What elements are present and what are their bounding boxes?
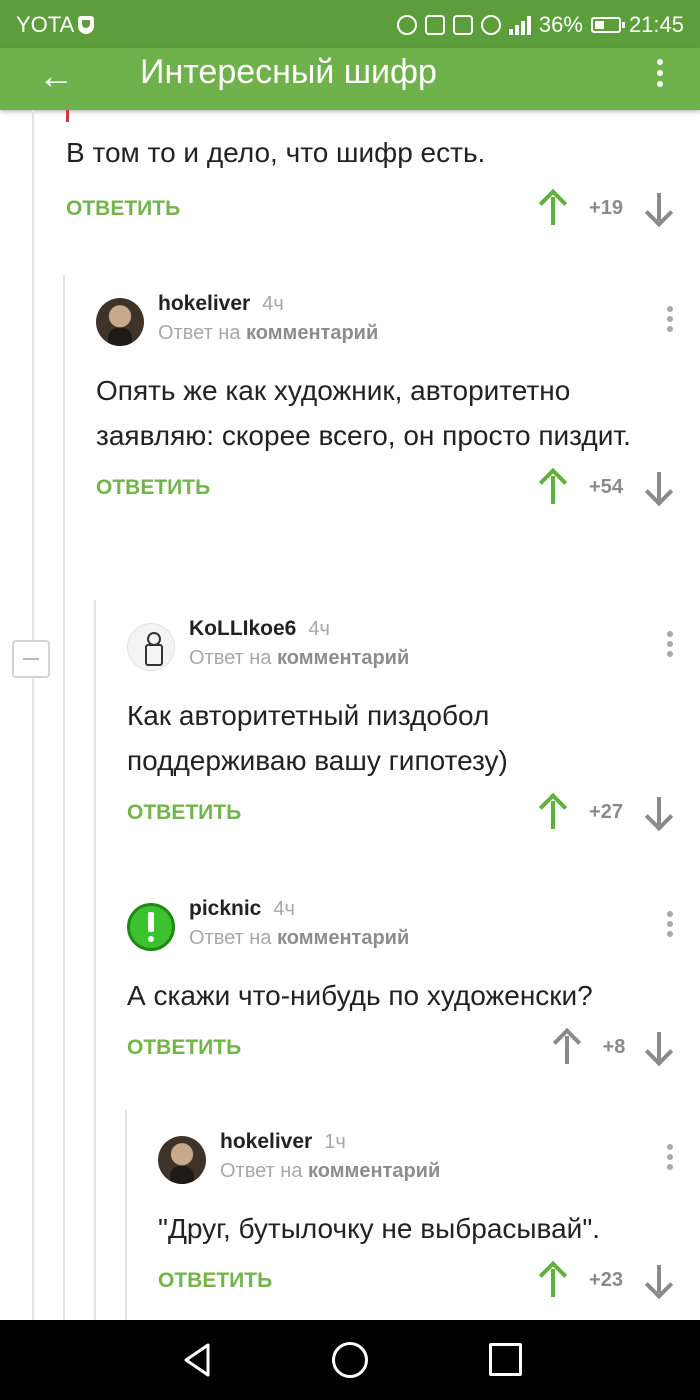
app-bar: ← Интересный шифр xyxy=(0,48,700,110)
comment-text: Как авторитетный пиздобол поддерживаю ва… xyxy=(127,700,508,776)
more-vertical-icon[interactable] xyxy=(660,627,680,661)
upvote-icon[interactable] xyxy=(538,467,568,506)
vibrate-icon xyxy=(452,15,473,35)
comment-footer: ОТВЕТИТЬ +27 xyxy=(127,792,680,835)
comment-score: +19 xyxy=(589,197,623,219)
alarm-icon xyxy=(480,15,501,35)
downvote-icon[interactable] xyxy=(644,797,674,833)
page-title: Интересный шифр xyxy=(140,53,437,91)
upvote-icon[interactable] xyxy=(538,1260,568,1299)
comment-1: hokeliver 4ч Ответ на комментарий Опять ж… xyxy=(96,292,680,510)
comment-author[interactable]: picknic 4ч xyxy=(189,897,295,921)
nav-back-icon[interactable] xyxy=(180,1342,216,1378)
comment-author[interactable]: hokeliver 4ч xyxy=(158,292,284,316)
nfc-icon xyxy=(424,15,445,35)
shield-icon xyxy=(78,16,95,34)
comment-footer: ОТВЕТИТЬ +8 xyxy=(127,1027,680,1070)
avatar[interactable] xyxy=(127,903,175,951)
reply-button[interactable]: ОТВЕТИТЬ xyxy=(66,197,180,221)
comment-time: 4ч xyxy=(308,618,330,640)
comment-text: В том то и дело, что шифр есть. xyxy=(66,137,486,168)
reply-target-link[interactable]: комментарий xyxy=(308,1160,440,1182)
comment-footer: ОТВЕТИТЬ +54 xyxy=(96,467,680,510)
reply-button[interactable]: ОТВЕТИТЬ xyxy=(127,1036,241,1060)
comment-text: "Друг, бутылочку не выбрасывай". xyxy=(158,1213,601,1244)
comment-author[interactable]: KoLLIkoe6 4ч xyxy=(189,617,330,641)
more-vertical-icon[interactable] xyxy=(660,302,680,336)
avatar[interactable] xyxy=(158,1136,206,1184)
comment-4: hokeliver 1ч Ответ на комментарий "Друг, … xyxy=(158,1130,680,1303)
comment-author[interactable]: hokeliver 1ч xyxy=(220,1130,346,1154)
thread-line xyxy=(63,275,65,1320)
downvote-icon[interactable] xyxy=(644,1265,674,1301)
carrier: YOTA xyxy=(16,12,95,38)
reply-button[interactable]: ОТВЕТИТЬ xyxy=(96,476,210,500)
downvote-icon[interactable] xyxy=(644,472,674,508)
reply-target-link[interactable]: комментарий xyxy=(246,322,378,344)
comment-top: В том то и дело, что шифр есть. ОТВЕТИТЬ… xyxy=(66,130,680,231)
thread-line xyxy=(125,1110,127,1320)
nav-recent-apps-icon[interactable] xyxy=(489,1343,522,1376)
comment-footer: ОТВЕТИТЬ +19 xyxy=(66,188,680,231)
reply-button[interactable]: ОТВЕТИТЬ xyxy=(127,801,241,825)
downvote-icon[interactable] xyxy=(644,1032,674,1068)
battery-percent: 36% xyxy=(538,12,583,37)
reply-to: Ответ на комментарий xyxy=(189,927,409,950)
reply-target-link[interactable]: комментарий xyxy=(277,927,409,949)
comment-score: +27 xyxy=(589,801,623,823)
headphones-icon xyxy=(396,15,417,35)
reply-to: Ответ на комментарий xyxy=(158,322,378,345)
thread-line xyxy=(94,600,96,1320)
comment-header: hokeliver 4ч Ответ на комментарий xyxy=(96,292,680,352)
reply-prefix: Ответ на xyxy=(158,322,241,344)
comment-text: Опять же как художник, авторитетно заявл… xyxy=(96,375,631,451)
reply-target-link[interactable]: комментарий xyxy=(277,647,409,669)
reply-to: Ответ на комментарий xyxy=(189,647,409,670)
username[interactable]: hokeliver xyxy=(158,292,250,315)
comment-time: 4ч xyxy=(273,898,295,920)
nav-home-icon[interactable] xyxy=(332,1342,368,1378)
upvote-icon[interactable] xyxy=(538,188,568,227)
comment-time: 4ч xyxy=(262,293,284,315)
username[interactable]: picknic xyxy=(189,897,261,920)
username[interactable]: KoLLIkoe6 xyxy=(189,617,296,640)
battery-icon xyxy=(590,17,625,33)
downvote-icon[interactable] xyxy=(644,193,674,229)
thread-line xyxy=(32,110,34,1320)
comment-score: +23 xyxy=(589,1269,623,1291)
clock: 21:45 xyxy=(628,12,684,37)
more-vertical-icon[interactable] xyxy=(650,48,670,98)
reply-prefix: Ответ на xyxy=(220,1160,303,1182)
upvote-icon[interactable] xyxy=(538,792,568,831)
avatar[interactable] xyxy=(127,623,175,671)
comment-time: 1ч xyxy=(324,1131,346,1153)
reply-button[interactable]: ОТВЕТИТЬ xyxy=(158,1269,272,1293)
comment-3: picknic 4ч Ответ на комментарий А скажи ч… xyxy=(127,897,680,1070)
reply-prefix: Ответ на xyxy=(189,927,272,949)
system-nav-bar xyxy=(0,1320,700,1400)
comment-score: +54 xyxy=(589,476,623,498)
comment-score: +8 xyxy=(602,1036,626,1058)
arrow-left-icon[interactable]: ← xyxy=(34,54,78,98)
comment-2: KoLLIkoe6 4ч Ответ на комментарий Как авт… xyxy=(127,617,680,835)
thread-marker xyxy=(66,110,69,122)
comment-text: А скажи что-нибудь по художенски? xyxy=(127,980,593,1011)
more-vertical-icon[interactable] xyxy=(660,907,680,941)
comment-header: KoLLIkoe6 4ч Ответ на комментарий xyxy=(127,617,680,677)
comment-footer: ОТВЕТИТЬ +23 xyxy=(158,1260,680,1303)
avatar[interactable] xyxy=(96,298,144,346)
collapse-thread-button[interactable] xyxy=(12,640,50,678)
reply-to: Ответ на комментарий xyxy=(220,1160,440,1183)
comment-header: hokeliver 1ч Ответ на комментарий xyxy=(158,1130,680,1190)
carrier-name: YOTA xyxy=(16,12,75,37)
more-vertical-icon[interactable] xyxy=(660,1140,680,1174)
status-bar: YOTA 36% 21:45 xyxy=(0,0,700,48)
reply-prefix: Ответ на xyxy=(189,647,272,669)
signal-4g-icon xyxy=(508,15,531,35)
username[interactable]: hokeliver xyxy=(220,1130,312,1153)
upvote-icon[interactable] xyxy=(552,1027,582,1066)
status-icons: 36% 21:45 xyxy=(396,12,684,38)
comment-header: picknic 4ч Ответ на комментарий xyxy=(127,897,680,957)
